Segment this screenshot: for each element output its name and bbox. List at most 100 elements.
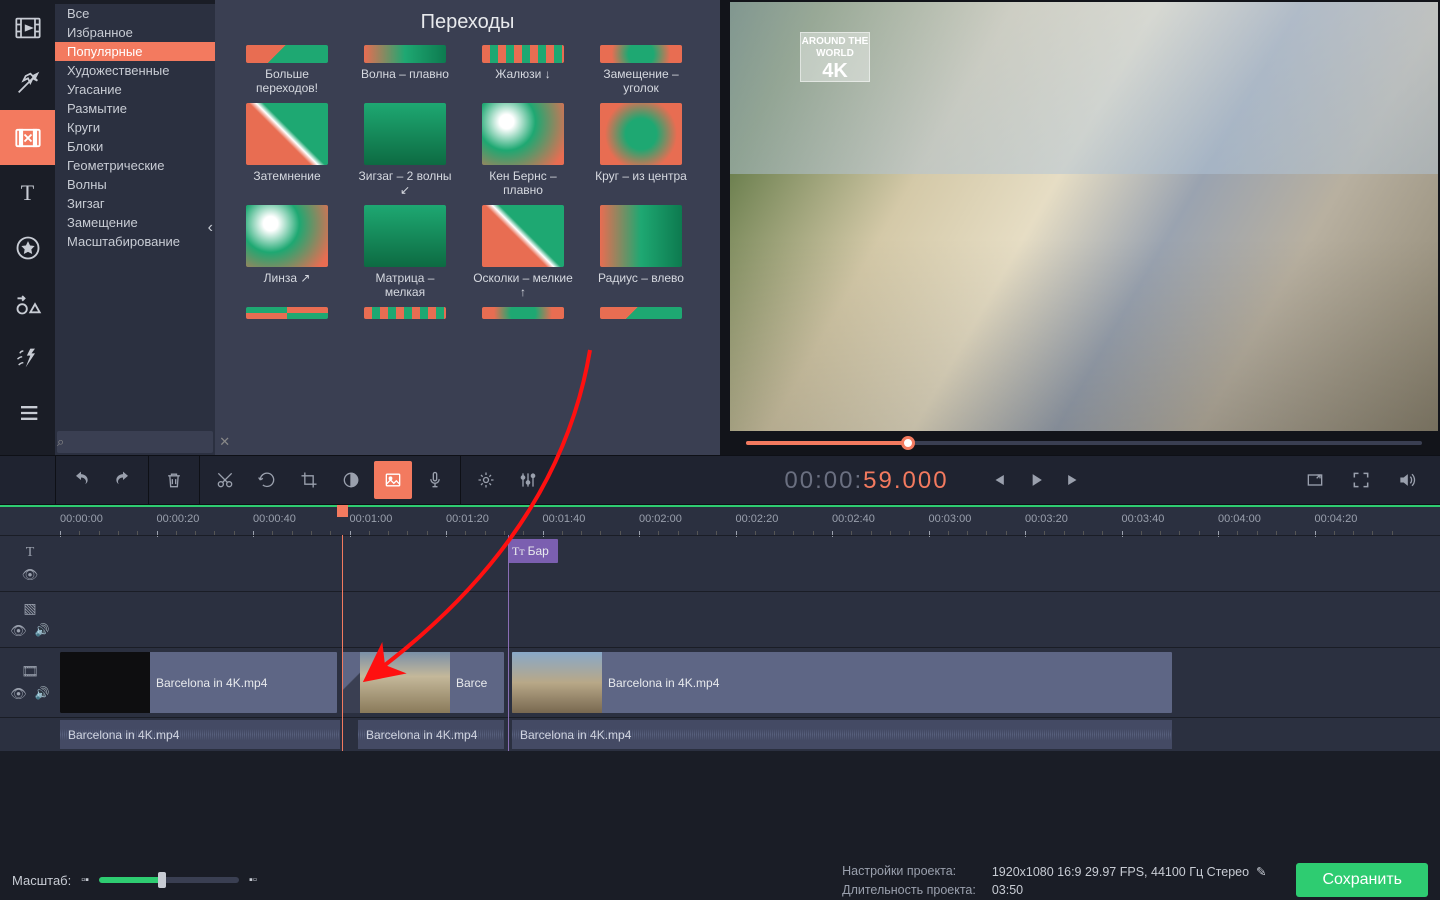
search-input[interactable] <box>64 435 219 449</box>
transition-label: Круг – из центра <box>591 169 691 183</box>
transition-item[interactable]: Волна – плавно <box>355 45 455 95</box>
color-button[interactable] <box>332 461 370 499</box>
cut-button[interactable] <box>206 461 244 499</box>
category-item[interactable]: Замещение <box>55 213 215 232</box>
transitions-tool[interactable] <box>0 110 55 165</box>
crop-button[interactable] <box>290 461 328 499</box>
audio-icon[interactable]: 🔊 <box>35 686 50 702</box>
video-clip[interactable]: Barce <box>342 652 504 713</box>
zoom-in-icon[interactable]: ▪▫ <box>249 874 257 886</box>
transition-item[interactable]: Матрица – мелкая <box>355 205 455 299</box>
video-clip[interactable]: Barcelona in 4K.mp4 <box>512 652 1172 713</box>
watermark-4k: AROUND THE WORLD 4K <box>800 32 870 82</box>
zoom-slider[interactable] <box>99 877 239 883</box>
rotate-button[interactable] <box>248 461 286 499</box>
category-item[interactable]: Популярные <box>55 42 215 61</box>
title-tool[interactable]: T <box>0 165 55 220</box>
motion-tool[interactable] <box>0 330 55 385</box>
image-button[interactable] <box>374 461 412 499</box>
transition-item[interactable]: Больше переходов! <box>237 45 337 95</box>
transition-label: Кен Бернс – плавно <box>473 169 573 197</box>
transition-item[interactable]: Радиус – влево <box>591 205 691 299</box>
redo-button[interactable] <box>104 461 142 499</box>
transition-label: Зигзаг – 2 волны ↙ <box>355 169 455 197</box>
overlay-track[interactable] <box>60 591 1440 647</box>
settings-button[interactable] <box>467 461 505 499</box>
category-item[interactable]: Геометрические <box>55 156 215 175</box>
category-item[interactable]: Все <box>55 4 215 23</box>
audio-clip[interactable]: Barcelona in 4K.mp4 <box>60 720 340 749</box>
transition-label: Матрица – мелкая <box>355 271 455 299</box>
transition-label: Волна – плавно <box>355 67 455 81</box>
track-head-audio[interactable] <box>0 717 60 751</box>
category-search[interactable]: ⌕ ✕ <box>57 431 213 453</box>
category-item[interactable]: Размытие <box>55 99 215 118</box>
playhead[interactable] <box>342 535 343 751</box>
clear-search-icon[interactable]: ✕ <box>219 434 230 450</box>
ruler-tick: 00:02:00 <box>639 513 682 525</box>
transition-item[interactable] <box>237 307 337 323</box>
export-frame-button[interactable] <box>1296 461 1334 499</box>
transition-handle[interactable] <box>342 652 360 713</box>
category-item[interactable]: Избранное <box>55 23 215 42</box>
preview-scrub[interactable] <box>728 431 1440 455</box>
shapes-tool[interactable] <box>0 275 55 330</box>
transition-item[interactable]: Круг – из центра <box>591 103 691 197</box>
visibility-icon[interactable]: 👁 <box>10 623 27 639</box>
title-track[interactable]: TᴛБар <box>60 535 1440 591</box>
category-item[interactable]: Волны <box>55 175 215 194</box>
transition-item[interactable]: Жалюзи ↓ <box>473 45 573 95</box>
scrub-handle[interactable] <box>901 436 915 450</box>
edit-settings-icon[interactable]: ✎ <box>1256 865 1266 879</box>
ruler-tick: 00:01:00 <box>350 513 393 525</box>
zoom-out-icon[interactable]: ▫▪ <box>81 874 89 886</box>
preview-viewport[interactable]: AROUND THE WORLD 4K <box>730 2 1438 431</box>
transition-item[interactable] <box>591 307 691 323</box>
transition-item[interactable]: Кен Бернс – плавно <box>473 103 573 197</box>
category-item[interactable]: Угасание <box>55 80 215 99</box>
title-clip[interactable]: TᴛБар <box>508 539 558 563</box>
transition-item[interactable] <box>473 307 573 323</box>
timeline-ruler[interactable]: 00:00:0000:00:2000:00:4000:01:0000:01:20… <box>60 507 1440 535</box>
transition-item[interactable]: Зигзаг – 2 волны ↙ <box>355 103 455 197</box>
audio-icon[interactable]: 🔊 <box>35 623 50 639</box>
track-head-title[interactable]: T👁 <box>0 535 60 591</box>
fullscreen-button[interactable] <box>1342 461 1380 499</box>
ruler-tick: 00:00:00 <box>60 513 103 525</box>
collapse-panel-chevron[interactable]: ‹ <box>208 219 213 237</box>
save-button[interactable]: Сохранить <box>1296 863 1428 897</box>
track-head-video[interactable]: 🎞👁🔊 <box>0 647 60 717</box>
play-button[interactable] <box>1019 461 1053 499</box>
category-item[interactable]: Масштабирование <box>55 232 215 251</box>
next-button[interactable] <box>1057 461 1091 499</box>
transition-item[interactable]: Линза ↗ <box>237 205 337 299</box>
audio-clip[interactable]: Barcelona in 4K.mp4 <box>358 720 504 749</box>
delete-button[interactable] <box>155 461 193 499</box>
prev-button[interactable] <box>981 461 1015 499</box>
audio-clip[interactable]: Barcelona in 4K.mp4 <box>512 720 1172 749</box>
undo-button[interactable] <box>62 461 100 499</box>
transition-item[interactable] <box>355 307 455 323</box>
transition-item[interactable]: Осколки – мелкие ↑ <box>473 205 573 299</box>
track-head-overlay[interactable]: ▧👁🔊 <box>0 591 60 647</box>
video-clip[interactable]: Barcelona in 4K.mp4 <box>60 652 337 713</box>
audio-track[interactable]: Barcelona in 4K.mp4 Barcelona in 4K.mp4 Ba… <box>60 717 1440 751</box>
video-track[interactable]: Barcelona in 4K.mp4BarceBarcelona in 4K.… <box>60 647 1440 717</box>
marker-line[interactable] <box>508 535 509 751</box>
volume-button[interactable] <box>1388 461 1426 499</box>
visibility-icon[interactable]: 👁 <box>10 686 27 702</box>
mic-button[interactable] <box>416 461 454 499</box>
category-item[interactable]: Круги <box>55 118 215 137</box>
magic-tool[interactable] <box>0 55 55 110</box>
project-duration-value: 03:50 <box>992 883 1267 897</box>
transition-item[interactable]: Замещение – уголок <box>591 45 691 95</box>
category-item[interactable]: Зигзаг <box>55 194 215 213</box>
category-item[interactable]: Художественные <box>55 61 215 80</box>
sticker-tool[interactable] <box>0 220 55 275</box>
equalizer-button[interactable] <box>509 461 547 499</box>
visibility-icon[interactable]: 👁 <box>22 567 39 583</box>
list-tool[interactable] <box>0 385 55 440</box>
media-tool[interactable] <box>0 0 55 55</box>
category-item[interactable]: Блоки <box>55 137 215 156</box>
transition-item[interactable]: Затемнение <box>237 103 337 197</box>
